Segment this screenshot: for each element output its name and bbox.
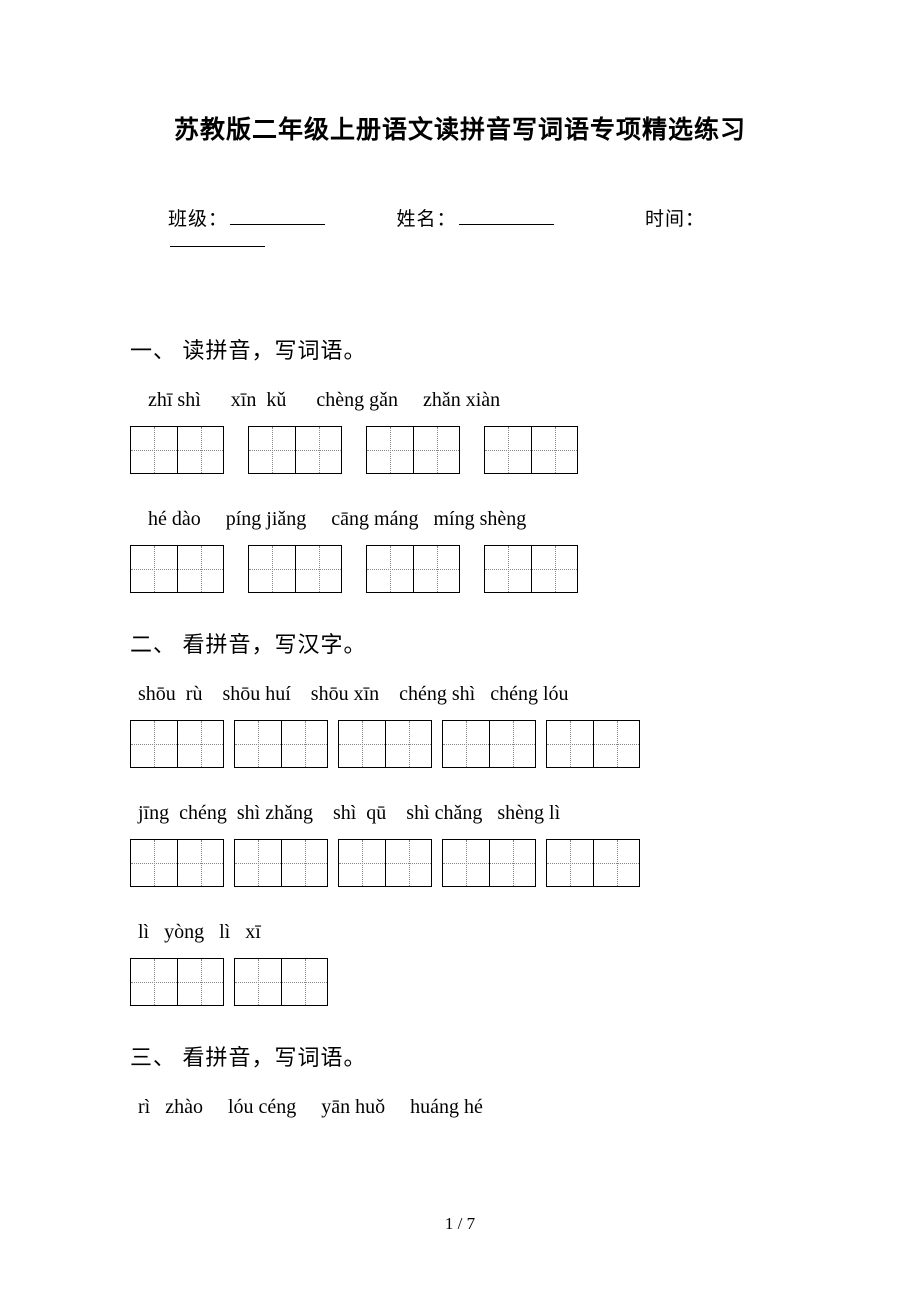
writing-box[interactable] bbox=[234, 958, 328, 1006]
char-cell[interactable] bbox=[177, 959, 223, 1005]
char-cell[interactable] bbox=[367, 427, 413, 473]
char-cell[interactable] bbox=[339, 721, 385, 767]
char-cell[interactable] bbox=[489, 840, 535, 886]
section-heading: 二、 看拼音，写汉字。 bbox=[130, 627, 790, 659]
char-cell[interactable] bbox=[295, 546, 341, 592]
char-cell[interactable] bbox=[281, 721, 327, 767]
char-cell[interactable] bbox=[489, 721, 535, 767]
char-cell[interactable] bbox=[531, 546, 577, 592]
char-cell[interactable] bbox=[281, 840, 327, 886]
char-cell[interactable] bbox=[281, 959, 327, 1005]
char-cell[interactable] bbox=[443, 840, 489, 886]
char-cell[interactable] bbox=[593, 840, 639, 886]
info-row: 班级： 姓名： 时间： bbox=[130, 204, 790, 253]
pinyin-row: zhī shì xīn kǔ chèng gǎn zhǎn xiàn bbox=[130, 389, 790, 412]
char-cell[interactable] bbox=[547, 840, 593, 886]
char-cell[interactable] bbox=[413, 427, 459, 473]
pinyin-row: rì zhào lóu céng yān huǒ huáng hé bbox=[130, 1096, 790, 1119]
char-cell[interactable] bbox=[131, 427, 177, 473]
page-title: 苏教版二年级上册语文读拼音写词语专项精选练习 bbox=[130, 110, 790, 146]
char-cell[interactable] bbox=[249, 427, 295, 473]
writing-box[interactable] bbox=[234, 839, 328, 887]
section-heading: 一、 读拼音，写词语。 bbox=[130, 333, 790, 365]
char-cell[interactable] bbox=[131, 546, 177, 592]
pinyin-row: hé dào píng jiǎng cāng máng míng shèng bbox=[130, 508, 790, 531]
writing-box[interactable] bbox=[484, 545, 578, 593]
writing-box[interactable] bbox=[338, 720, 432, 768]
name-label: 姓名： bbox=[397, 209, 457, 230]
time-label: 时间： bbox=[645, 209, 705, 230]
class-label: 班级： bbox=[168, 209, 228, 230]
char-cell[interactable] bbox=[547, 721, 593, 767]
pinyin-row: jīng chéng shì zhǎng shì qū shì chǎng sh… bbox=[130, 802, 790, 825]
writing-boxes-row bbox=[130, 839, 790, 887]
writing-boxes-row bbox=[130, 720, 790, 768]
writing-box[interactable] bbox=[248, 426, 342, 474]
char-cell[interactable] bbox=[367, 546, 413, 592]
name-blank[interactable] bbox=[459, 211, 554, 225]
char-cell[interactable] bbox=[177, 721, 223, 767]
writing-boxes-row bbox=[130, 958, 790, 1006]
class-blank[interactable] bbox=[230, 211, 325, 225]
char-cell[interactable] bbox=[131, 721, 177, 767]
char-cell[interactable] bbox=[177, 840, 223, 886]
char-cell[interactable] bbox=[593, 721, 639, 767]
writing-box[interactable] bbox=[484, 426, 578, 474]
writing-box[interactable] bbox=[442, 839, 536, 887]
char-cell[interactable] bbox=[177, 546, 223, 592]
page-footer: 1 / 7 bbox=[0, 1214, 920, 1234]
writing-box[interactable] bbox=[546, 720, 640, 768]
char-cell[interactable] bbox=[131, 959, 177, 1005]
writing-box[interactable] bbox=[248, 545, 342, 593]
writing-boxes-row bbox=[130, 545, 790, 593]
char-cell[interactable] bbox=[485, 546, 531, 592]
char-cell[interactable] bbox=[235, 959, 281, 1005]
writing-box[interactable] bbox=[130, 958, 224, 1006]
pinyin-row: lì yòng lì xī bbox=[130, 921, 790, 944]
char-cell[interactable] bbox=[295, 427, 341, 473]
time-blank[interactable] bbox=[170, 233, 265, 247]
writing-box[interactable] bbox=[442, 720, 536, 768]
writing-box[interactable] bbox=[130, 426, 224, 474]
char-cell[interactable] bbox=[443, 721, 489, 767]
writing-box[interactable] bbox=[234, 720, 328, 768]
writing-box[interactable] bbox=[366, 545, 460, 593]
char-cell[interactable] bbox=[235, 721, 281, 767]
writing-boxes-row bbox=[130, 426, 790, 474]
writing-box[interactable] bbox=[338, 839, 432, 887]
char-cell[interactable] bbox=[385, 840, 431, 886]
pinyin-row: shōu rù shōu huí shōu xīn chéng shì chén… bbox=[130, 683, 790, 706]
char-cell[interactable] bbox=[131, 840, 177, 886]
section-heading: 三、 看拼音，写词语。 bbox=[130, 1040, 790, 1072]
char-cell[interactable] bbox=[177, 427, 223, 473]
char-cell[interactable] bbox=[413, 546, 459, 592]
char-cell[interactable] bbox=[485, 427, 531, 473]
writing-box[interactable] bbox=[546, 839, 640, 887]
writing-box[interactable] bbox=[366, 426, 460, 474]
char-cell[interactable] bbox=[249, 546, 295, 592]
char-cell[interactable] bbox=[339, 840, 385, 886]
writing-box[interactable] bbox=[130, 545, 224, 593]
char-cell[interactable] bbox=[385, 721, 431, 767]
writing-box[interactable] bbox=[130, 720, 224, 768]
writing-box[interactable] bbox=[130, 839, 224, 887]
char-cell[interactable] bbox=[531, 427, 577, 473]
char-cell[interactable] bbox=[235, 840, 281, 886]
